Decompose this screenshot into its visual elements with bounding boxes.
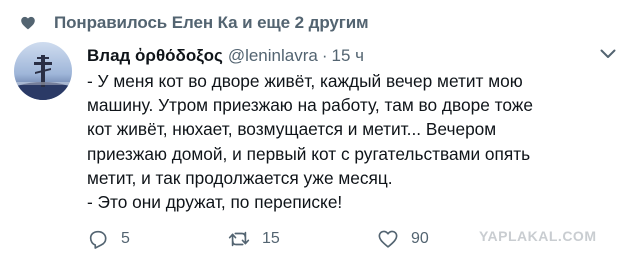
tweet-header: Влад ὀρθόδοξος @leninlavra · 15 ч — [87, 44, 364, 68]
retweet-icon — [228, 231, 250, 247]
reply-icon — [89, 230, 107, 249]
tweet-timestamp[interactable]: 15 ч — [332, 46, 365, 66]
like-count: 90 — [411, 230, 429, 247]
social-context: Понравилось Елен Ка и еще 2 другим — [21, 11, 369, 35]
tweet-text-line: машину. Утром приезжаю на работу, там во… — [87, 95, 533, 116]
tweet-text: - У меня кот во дворе живёт, каждый вече… — [87, 69, 612, 214]
watermark: YAPLAKAL.COM — [479, 228, 597, 244]
tweet-text-line: приезжаю домой, и первый кот с ругательс… — [87, 143, 531, 164]
like-button[interactable]: 90 — [377, 224, 429, 254]
social-context-text[interactable]: Понравилось Елен Ка и еще 2 другим — [54, 13, 369, 33]
retweet-count: 15 — [262, 230, 280, 247]
author-handle[interactable]: @leninlavra — [228, 46, 318, 66]
more-options-button[interactable] — [596, 42, 620, 66]
reply-count: 5 — [121, 230, 130, 247]
avatar-image — [14, 42, 72, 100]
tweet-text-line: метит, и так продолжается уже месяц. — [87, 167, 393, 188]
retweet-button[interactable]: 15 — [228, 224, 280, 254]
heart-outline-icon — [378, 230, 398, 248]
tweet-text-line: - У меня кот во дворе живёт, каждый вече… — [87, 71, 523, 91]
author-name[interactable]: Влад ὀρθόδοξος — [87, 46, 223, 66]
avatar[interactable] — [14, 42, 72, 100]
heart-icon — [21, 16, 35, 30]
tweet-text-line: кот живёт, нюхает, возмущается и метит..… — [87, 119, 497, 140]
reply-button[interactable]: 5 — [87, 224, 130, 254]
tweet-text-line: - Это они дружат, по переписке! — [87, 192, 343, 213]
chevron-down-icon — [600, 49, 616, 58]
separator-dot: · — [321, 46, 328, 65]
